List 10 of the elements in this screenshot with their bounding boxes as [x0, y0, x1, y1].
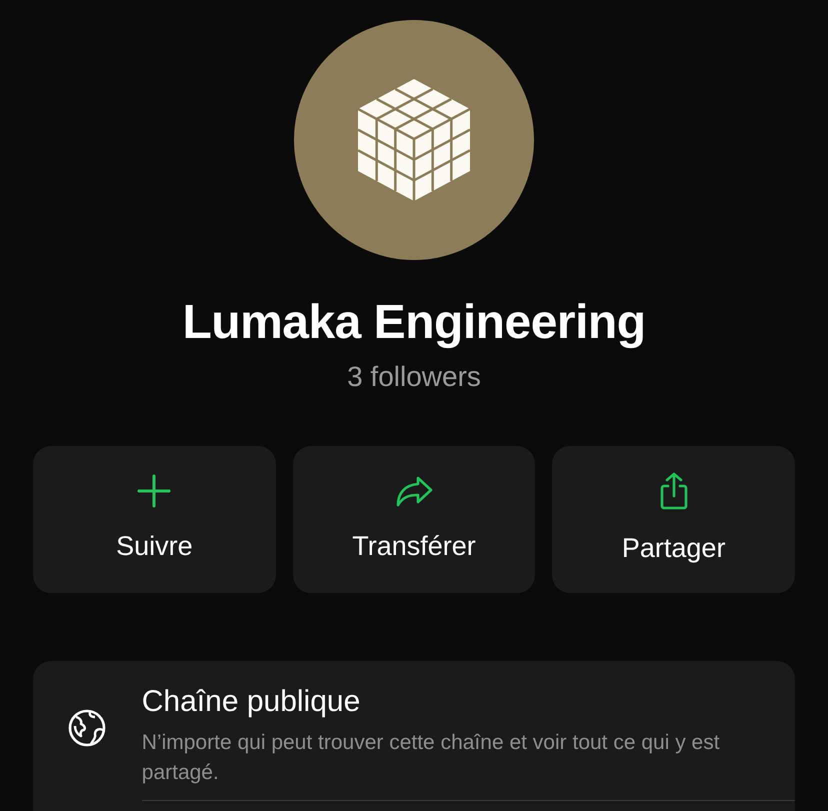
- share-button[interactable]: Partager: [552, 446, 795, 593]
- setting-description: N’importe qui peut trouver cette chaîne et voir tout ce qui y est partagé.: [142, 730, 721, 786]
- forward-button[interactable]: Transférer: [292, 446, 536, 593]
- cube-icon: [358, 79, 470, 201]
- globe-icon: [67, 708, 108, 748]
- plus-icon: [135, 472, 174, 510]
- channel-name: Lumaka Engineering: [182, 295, 646, 351]
- follow-button[interactable]: Suivre: [33, 446, 276, 593]
- setting-title: Chaîne publique: [142, 684, 362, 720]
- follower-count: 3 followers: [347, 360, 481, 394]
